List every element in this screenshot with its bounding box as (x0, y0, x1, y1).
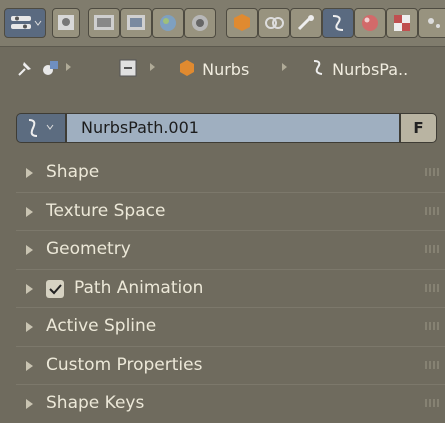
browse-datablock-button[interactable] (16, 113, 66, 143)
scene-icon (40, 58, 60, 82)
drag-handle-icon[interactable] (425, 245, 439, 253)
drag-handle-icon[interactable] (425, 322, 439, 330)
expand-arrow-icon[interactable] (26, 245, 33, 255)
world-tab[interactable] (152, 8, 184, 38)
editor-type-icon (11, 16, 42, 29)
object-orange-icon (234, 14, 250, 31)
material-icon (362, 15, 378, 31)
panel-label: Path Animation (74, 277, 204, 298)
material-tab[interactable] (354, 8, 386, 38)
panel-texture-space[interactable]: Texture Space (16, 191, 445, 230)
editor-type-button[interactable] (4, 8, 46, 38)
panel-geometry[interactable]: Geometry (16, 230, 445, 269)
curve-data-tab[interactable] (322, 8, 354, 38)
expand-arrow-icon[interactable] (26, 399, 33, 409)
breadcrumb-separator-icon (150, 63, 155, 71)
data-crumb[interactable]: NurbsPa.. (307, 58, 408, 79)
drag-handle-icon[interactable] (425, 206, 439, 215)
constraints-tab[interactable] (258, 8, 290, 38)
particles-tab[interactable] (418, 8, 445, 38)
modifiers-tab[interactable] (290, 8, 322, 38)
panel-custom-properties[interactable]: Custom Properties (16, 345, 445, 384)
texture-tab[interactable] (386, 8, 418, 38)
world-icon (160, 15, 176, 31)
properties-header (0, 0, 445, 47)
expand-arrow-icon[interactable] (26, 360, 33, 371)
object-orange-icon (180, 60, 194, 76)
curve-icon (313, 60, 323, 75)
render-icon (58, 15, 74, 30)
drag-handle-icon[interactable] (425, 283, 439, 292)
panel-list: Shape Texture Space Geometry Path Animat… (16, 154, 445, 423)
panel-shape[interactable]: Shape (16, 154, 445, 192)
panel-label: Shape Keys (46, 393, 145, 413)
object-crumb[interactable]: Nurbs (177, 58, 249, 79)
breadcrumb-separator-icon (282, 63, 287, 71)
object-tab[interactable] (184, 8, 216, 38)
object-icon (192, 15, 208, 31)
expand-arrow-icon[interactable] (26, 322, 33, 332)
path-animation-checkbox[interactable] (46, 279, 64, 298)
data-crumb-label: NurbsPa.. (332, 60, 409, 79)
texture-icon (394, 15, 410, 31)
panel-label: Texture Space (46, 200, 166, 221)
object-crumb-label: Nurbs (202, 60, 250, 79)
datablock-selector: NurbsPath.001 F (16, 113, 437, 143)
curve-icon (332, 15, 344, 31)
expand-arrow-icon[interactable] (26, 206, 33, 217)
panel-label: Custom Properties (46, 354, 203, 375)
render-layers-tab[interactable] (88, 8, 120, 38)
drag-handle-icon[interactable] (425, 360, 439, 369)
expand-arrow-icon[interactable] (26, 283, 33, 294)
breadcrumb-separator-icon (66, 63, 71, 71)
fake-user-button[interactable]: F (400, 113, 437, 143)
constraints-icon (265, 17, 284, 29)
panel-path-animation[interactable]: Path Animation (16, 268, 445, 307)
panel-label: Geometry (46, 239, 131, 259)
curve-icon (28, 119, 54, 137)
panel-label: Active Spline (46, 316, 157, 336)
object-data-tab[interactable] (226, 8, 258, 38)
particles-icon (428, 18, 440, 28)
scene-icon (127, 15, 145, 30)
breadcrumb: Nurbs NurbsPa.. (0, 46, 445, 96)
drag-handle-icon[interactable] (425, 399, 439, 407)
datablock-name-field[interactable]: NurbsPath.001 (66, 113, 400, 143)
panel-shape-keys[interactable]: Shape Keys (16, 384, 445, 423)
panel-active-spline[interactable]: Active Spline (16, 307, 445, 346)
render-tab[interactable] (52, 8, 80, 38)
wrench-icon (297, 15, 314, 31)
render-layers-icon (94, 15, 114, 30)
panel-label: Shape (46, 162, 100, 182)
expand-arrow-icon[interactable] (26, 168, 33, 178)
drag-handle-icon[interactable] (425, 168, 439, 176)
checkmark-icon (49, 283, 62, 294)
scene-data-icon (118, 58, 138, 82)
pin-icon[interactable] (16, 58, 34, 82)
scene-tab[interactable] (120, 8, 152, 38)
